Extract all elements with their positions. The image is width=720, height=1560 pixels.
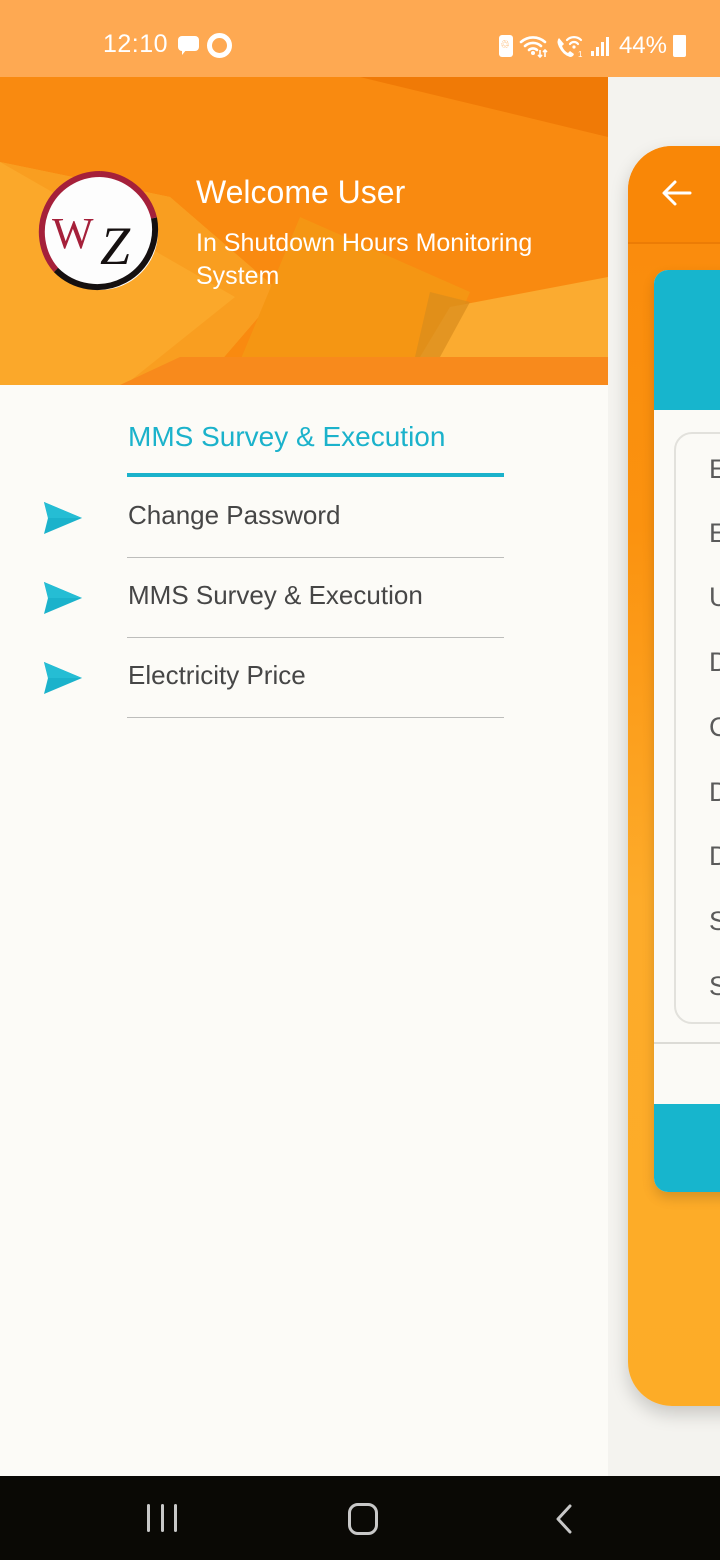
list-initial: D (709, 841, 720, 871)
list-initial: E (709, 518, 720, 548)
arrow-left-icon[interactable] (660, 176, 694, 210)
signal-icon (590, 36, 609, 56)
menu-item-electricity-price[interactable]: Electricity Price (0, 638, 608, 718)
list-initial: E (709, 454, 720, 484)
list-initial: D (709, 777, 720, 807)
back-button[interactable] (552, 1503, 576, 1535)
status-time: 12:10 (103, 30, 169, 58)
recent-apps-icon (147, 1504, 150, 1532)
menu-item-label: MMS Survey & Execution (128, 580, 423, 610)
navigation-drawer: W Z Welcome User In Shutdown Hours Monit… (0, 77, 608, 1476)
system-nav-bar (0, 1476, 720, 1560)
divider (654, 1042, 720, 1044)
menu-section-title: MMS Survey & Execution (128, 421, 446, 452)
list-initial: D (709, 647, 720, 677)
battery-percent: 44% (618, 32, 667, 59)
recent-apps-button[interactable] (147, 1504, 177, 1534)
status-notification-icons (178, 33, 232, 58)
company-logo: W Z (38, 170, 159, 290)
wifi-calling-icon: 1 (557, 36, 583, 58)
menu-item-change-password[interactable]: Change Password (0, 478, 608, 558)
menu-item-label: Change Password (128, 500, 341, 530)
menu-item-label: Electricity Price (128, 660, 306, 690)
list-initial: C (709, 712, 720, 742)
background-panel-banner (654, 270, 720, 410)
send-arrow-icon (44, 502, 82, 534)
ring-app-icon (207, 33, 232, 58)
divider (127, 717, 504, 718)
status-system-icons: 1 44% (498, 32, 686, 60)
background-app-panel: E E U D C D D S S (654, 270, 720, 1192)
battery-saver-icon (498, 35, 513, 57)
drawer-header: W Z Welcome User In Shutdown Hours Monit… (0, 77, 608, 385)
logo-w: W (52, 209, 94, 258)
wifi-icon (519, 36, 548, 58)
screen: 12:10 1 4 (0, 0, 720, 1560)
list-initial: S (709, 971, 720, 1001)
battery-charging-icon (673, 35, 686, 57)
svg-text:1: 1 (578, 50, 583, 58)
background-app-header (628, 146, 720, 244)
message-icon (178, 36, 199, 55)
welcome-subtitle: In Shutdown Hours Monitoring System (196, 229, 533, 290)
menu-item-mms-survey[interactable]: MMS Survey & Execution (0, 558, 608, 638)
home-button[interactable] (348, 1503, 378, 1535)
send-arrow-icon (44, 582, 82, 614)
svg-text:Z: Z (100, 216, 131, 276)
status-bar: 12:10 1 4 (0, 0, 720, 77)
background-panel-button[interactable] (654, 1104, 720, 1192)
background-list: E E U D C D D S S (674, 432, 720, 1024)
send-arrow-icon (44, 662, 82, 694)
list-initial: U (709, 582, 720, 612)
background-app-card[interactable]: E E U D C D D S S (628, 146, 720, 1406)
section-underline (127, 473, 504, 477)
welcome-title: Welcome User (196, 174, 406, 210)
list-initial: S (709, 906, 720, 936)
